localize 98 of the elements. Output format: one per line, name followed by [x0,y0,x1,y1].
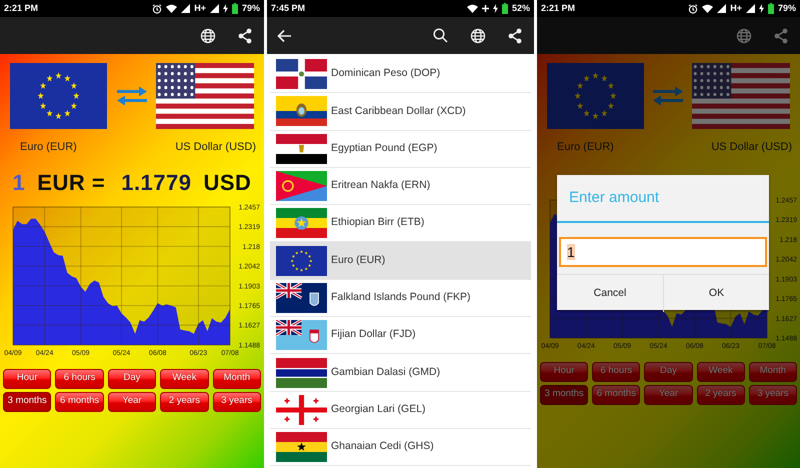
range-button[interactable]: Hour [3,368,52,388]
range-button[interactable]: 3 months [540,384,588,404]
range-button[interactable]: 6 hours [55,368,104,388]
range-button[interactable]: 2 years [696,384,745,404]
currency-list-item[interactable]: Georgian Lari (GEL) [270,392,531,429]
range-button[interactable]: Hour [540,362,588,382]
currency-list-item[interactable]: Falkland Islands Pound (FKP) [270,280,531,318]
flag-icon [276,358,327,388]
battery-percent: 52% [512,2,530,15]
flag-icon [10,63,107,129]
currency-name: Euro (EUR) [331,252,386,268]
flag-icon [276,282,327,313]
currency-name: Eritrean Nakfa (ERN) [331,178,430,194]
rate-value: 1.1779 [121,168,192,196]
currency-label: US Dollar (USD) [711,140,792,155]
range-button[interactable]: Day [108,368,156,388]
alarm-icon [152,4,162,14]
flag-icon [547,63,644,129]
globe-icon[interactable] [200,28,216,44]
range-button[interactable]: 2 years [160,392,209,412]
flag-icon [276,96,327,126]
range-button[interactable]: 3 years [212,392,261,412]
range-button[interactable]: Week [160,368,209,388]
status-time: 2:21 PM [4,2,38,15]
battery-icon [502,3,508,14]
back-icon[interactable] [277,28,292,42]
signal-icon [210,4,219,13]
alarm-icon [688,4,698,14]
currency-name: Ghanaian Cedi (GHS) [331,439,434,454]
search-icon[interactable] [433,28,448,43]
dialog-button[interactable]: OK [663,275,769,312]
range-button[interactable]: Year [108,392,156,412]
range-button[interactable]: 6 months [592,384,640,404]
currency-name: Falkland Islands Pound (FKP) [331,290,470,306]
range-button[interactable]: Month [212,368,261,388]
status-time: 7:45 PM [271,2,306,15]
currency-label: Euro (EUR) [20,140,77,155]
range-button[interactable]: Month [748,362,797,382]
currency-name: Dominican Peso (DOP) [331,66,440,82]
battery-icon [232,3,238,14]
dialog-title: Enter amount [557,175,769,223]
wifi-icon [166,4,178,13]
range-button[interactable]: 3 years [748,384,797,404]
charging-icon [222,4,228,13]
network-type: H+ [730,2,742,15]
currency-list-item[interactable]: Dominican Peso (DOP) [270,56,531,94]
currency-name: Egyptian Pound (EGP) [331,140,438,156]
flag-icon [276,432,327,462]
flag-icon [276,208,327,238]
charging-icon [492,4,498,13]
share-icon[interactable] [508,28,522,44]
currency-list-item[interactable]: Eritrean Nakfa (ERN) [270,168,531,206]
range-button[interactable]: 3 months [3,392,52,412]
flag-icon [276,246,327,276]
flag-icon [276,394,327,425]
currency-name: Fijian Dollar (FJD) [331,327,416,342]
signal-icon [717,4,726,13]
amount-text[interactable]: 1 [12,166,26,198]
range-button[interactable]: Year [644,384,693,404]
currency-list-item[interactable]: Euro (EUR) [270,242,531,280]
flag-icon [276,134,327,164]
flag-icon [692,63,790,129]
share-icon[interactable] [238,28,252,44]
currency-name: East Caribbean Dollar (XCD) [331,104,466,119]
battery-icon [768,3,774,14]
range-button[interactable]: Week [696,362,745,382]
currency-name: Ethiopian Birr (ETB) [331,215,424,230]
range-button[interactable]: Day [644,362,693,382]
signal-icon [746,4,755,13]
status-time: 2:21 PM [541,2,576,15]
charging-icon [758,4,764,13]
flag-icon [276,59,327,90]
dialog-button[interactable]: Cancel [557,275,663,312]
currency-name: Gambian Dalasi (GMD) [331,364,440,380]
signal-icon [181,4,190,13]
range-button[interactable]: 6 hours [592,362,640,382]
flag-icon [276,171,327,202]
range-button[interactable]: 6 months [55,392,104,412]
globe-icon[interactable] [470,28,486,44]
battery-percent: 79% [778,2,796,15]
battery-percent: 79% [242,2,260,15]
currency-label: Euro (EUR) [557,140,614,155]
currency-list-item[interactable]: Ghanaian Cedi (GHS) [270,428,531,466]
amount-input[interactable]: 1 [559,237,767,267]
flag-icon [276,320,327,350]
wifi-icon [466,4,478,13]
flag-icon [156,63,254,129]
currency-list-item[interactable]: Egyptian Pound (EGP) [270,130,531,168]
plus-icon [482,5,489,12]
currency-list-item[interactable]: Gambian Dalasi (GMD) [270,354,531,392]
wifi-icon [702,4,714,13]
currency-name: Georgian Lari (GEL) [331,402,426,417]
currency-code: EUR = [37,168,106,196]
network-type: H+ [194,2,206,15]
currency-list-item[interactable]: Fijian Dollar (FJD) [270,317,531,354]
currency-label: US Dollar (USD) [175,140,256,155]
currency-list-item[interactable]: East Caribbean Dollar (XCD) [270,93,531,131]
currency-code: USD [204,168,252,196]
